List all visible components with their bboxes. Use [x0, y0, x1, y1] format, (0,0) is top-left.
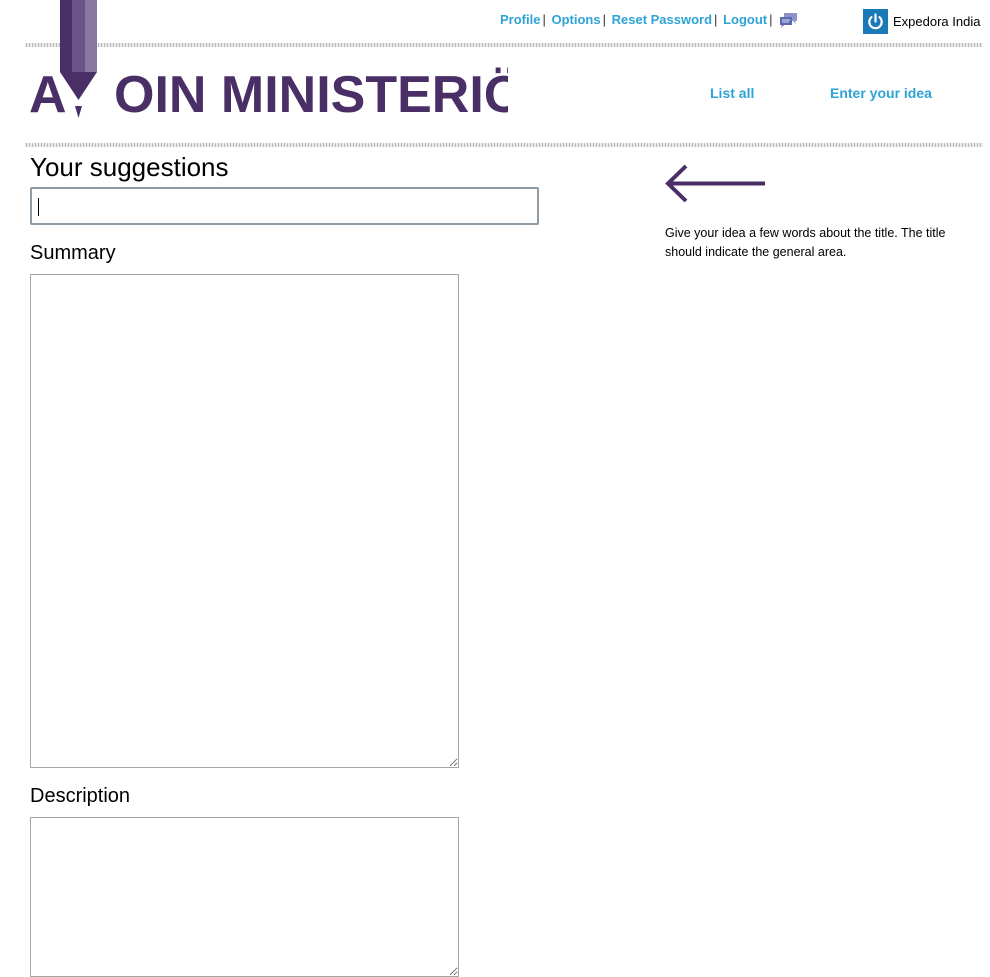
- divider: [25, 143, 983, 147]
- options-link[interactable]: Options: [551, 12, 600, 27]
- enter-idea-link[interactable]: Enter your idea: [830, 85, 932, 101]
- description-textarea[interactable]: [30, 817, 459, 977]
- logout-link[interactable]: Logout: [723, 12, 767, 27]
- separator: |: [602, 12, 606, 27]
- title-input[interactable]: [30, 187, 539, 225]
- title-label: Your suggestions: [30, 152, 229, 182]
- user-name: Expedora India: [893, 14, 981, 29]
- site-logo[interactable]: A OIN MINISTERIÖ: [28, 0, 508, 122]
- separator: |: [542, 12, 546, 27]
- power-icon: [863, 9, 888, 34]
- separator: |: [714, 12, 718, 27]
- summary-textarea[interactable]: [30, 274, 459, 768]
- chat-icon[interactable]: [779, 11, 799, 29]
- logo-text-a: A: [29, 66, 67, 122]
- text-cursor: [38, 198, 39, 216]
- separator: |: [769, 12, 773, 27]
- user-account[interactable]: Expedora India: [863, 9, 980, 34]
- logo-text-name: OIN MINISTERIÖ: [114, 66, 508, 122]
- arrow-left-icon: [665, 164, 765, 203]
- summary-label: Summary: [30, 242, 116, 264]
- title-help-text: Give your idea a few words about the tit…: [665, 226, 946, 259]
- description-label: Description: [30, 785, 131, 807]
- list-all-link[interactable]: List all: [710, 85, 754, 101]
- top-utility-nav: Profile | Options | Reset Password | Logout…: [500, 12, 775, 27]
- reset-password-link[interactable]: Reset Password: [612, 12, 712, 27]
